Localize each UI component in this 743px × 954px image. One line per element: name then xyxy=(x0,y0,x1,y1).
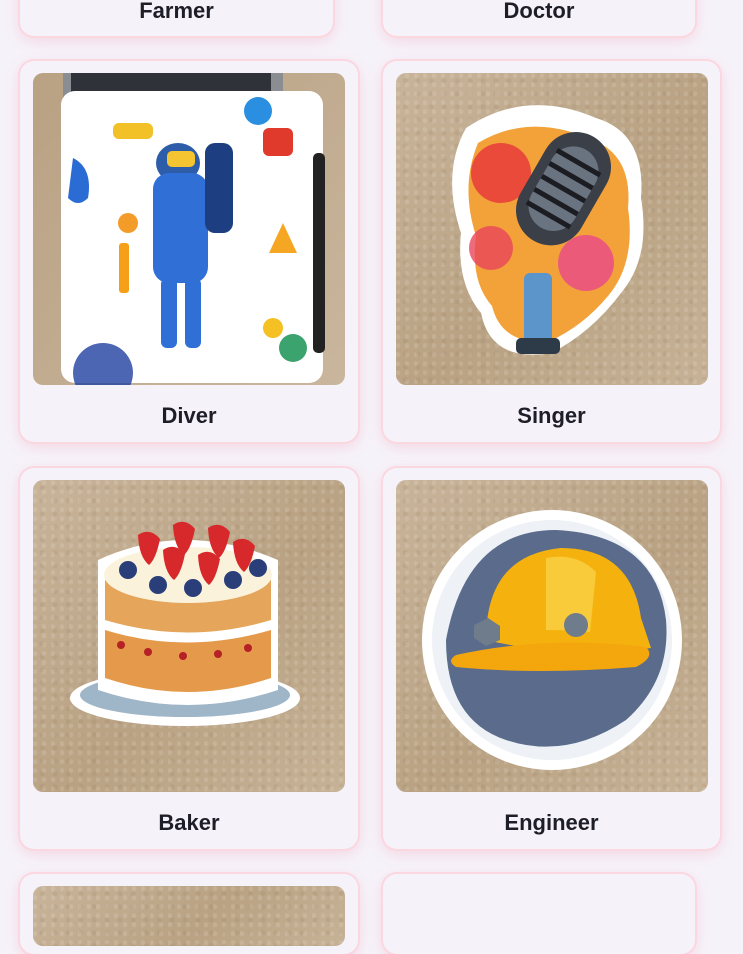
card-label: Engineer xyxy=(504,810,599,835)
engineer-sticker-image xyxy=(396,480,708,792)
sticker-image-partial xyxy=(33,886,345,946)
singer-sticker-image xyxy=(396,73,708,385)
card-engineer[interactable]: Engineer xyxy=(383,468,720,849)
card-farmer[interactable]: Farmer xyxy=(20,0,333,36)
card-label: Doctor xyxy=(503,0,575,23)
card-partial-left[interactable] xyxy=(20,874,358,954)
baker-sticker-image xyxy=(33,480,345,792)
card-label: Singer xyxy=(517,403,586,428)
card-label: Diver xyxy=(161,403,217,428)
card-label: Baker xyxy=(158,810,220,835)
card-label: Farmer xyxy=(139,0,214,23)
card-diver[interactable]: Diver xyxy=(20,61,358,442)
card-singer[interactable]: Singer xyxy=(383,61,720,442)
card-doctor[interactable]: Doctor xyxy=(383,0,695,36)
card-partial-right[interactable] xyxy=(383,874,695,954)
card-baker[interactable]: Baker xyxy=(20,468,358,849)
diver-sticker-image xyxy=(33,73,345,385)
